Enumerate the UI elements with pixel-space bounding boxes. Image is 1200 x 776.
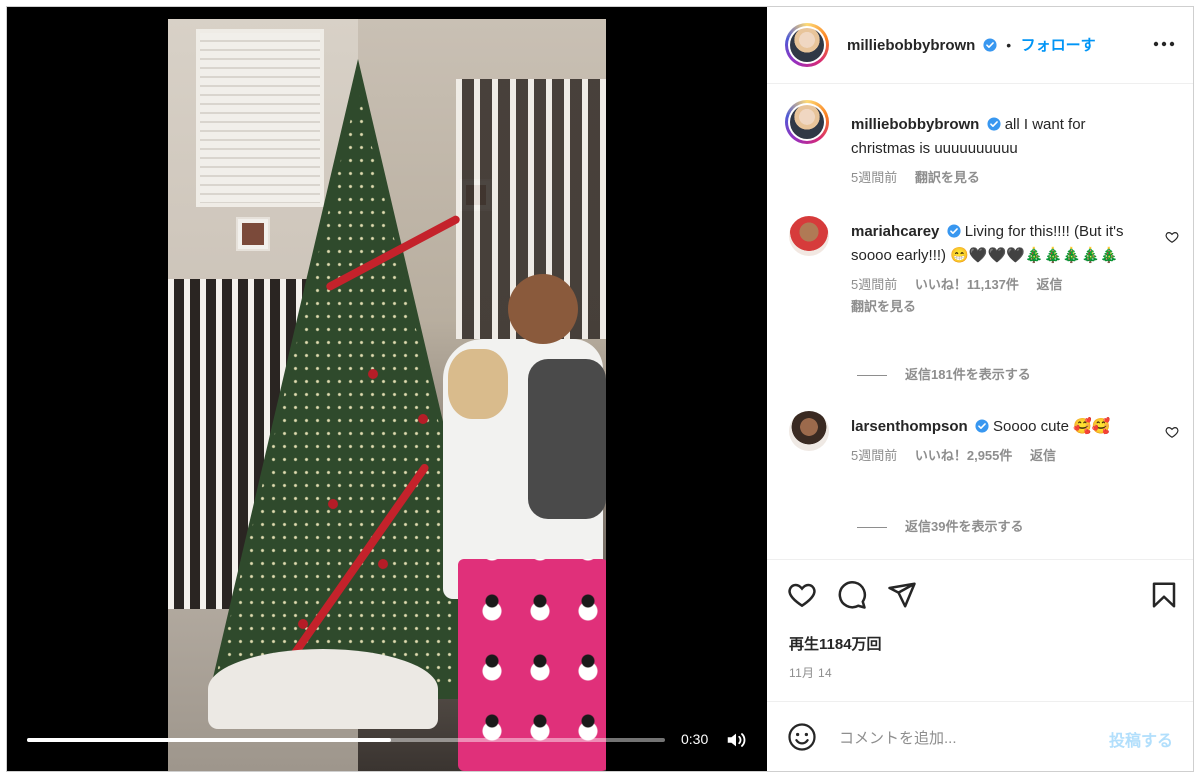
view-count[interactable]: 再生1184万回	[789, 633, 882, 654]
video-time: 0:30	[681, 731, 709, 747]
post-header: milliebobbybrown • フォローす	[767, 7, 1193, 84]
view-replies-button[interactable]: 返信39件を表示する	[857, 516, 1023, 535]
instagram-post-dialog: 0:30 milliebobbybrown • フォローす milliebobb…	[6, 6, 1194, 772]
comment-like-heart-icon[interactable]	[1165, 425, 1179, 439]
verified-badge-icon	[975, 419, 989, 433]
video-controls: 0:30	[7, 711, 767, 771]
comment-translate-link[interactable]: 翻訳を見る	[851, 299, 916, 314]
follow-button[interactable]: フォローす	[1021, 37, 1096, 54]
video-scene-ornament	[368, 369, 378, 379]
post-side-panel: milliebobbybrown • フォローす milliebobbybrow…	[767, 7, 1193, 771]
header-separator: •	[1006, 37, 1012, 53]
video-progress-bar[interactable]	[27, 738, 665, 742]
comment-input[interactable]	[837, 724, 1091, 752]
comment-like-heart-icon[interactable]	[1165, 230, 1179, 244]
video-progress-fill	[27, 738, 391, 742]
comment-likes[interactable]: いいね！11,137件	[915, 277, 1019, 292]
video-player[interactable]: 0:30	[7, 7, 767, 771]
send-icon[interactable]	[887, 580, 917, 610]
video-scene-ornament	[378, 559, 388, 569]
comment-icon[interactable]	[837, 580, 867, 610]
author-username[interactable]: milliebobbybrown	[847, 37, 975, 54]
post-actions: 再生1184万回 11月 14	[767, 559, 1193, 700]
verified-badge-icon	[986, 117, 1001, 131]
video-scene-person-head	[508, 274, 578, 344]
video-scene-person-arm	[528, 359, 606, 519]
caption-translate-link[interactable]: 翻訳を見る	[915, 170, 980, 185]
view-replies-button[interactable]: 返信181件を表示する	[857, 364, 1031, 383]
comment-likes[interactable]: いいね！2,955件	[915, 448, 1013, 463]
commenter-avatar[interactable]	[789, 216, 829, 256]
comment-reply-button[interactable]: 返信	[1037, 277, 1063, 292]
commenter-avatar[interactable]	[789, 411, 829, 451]
post-date[interactable]: 11月 14	[789, 664, 832, 681]
comment-reply-button[interactable]: 返信	[1030, 448, 1056, 463]
heart-icon[interactable]	[787, 580, 817, 610]
video-frame[interactable]	[168, 19, 606, 771]
commenter-username[interactable]: larsenthompson	[851, 418, 968, 435]
bookmark-icon[interactable]	[1149, 580, 1179, 610]
replies-line	[857, 527, 887, 529]
view-replies-label: 返信39件を表示する	[905, 519, 1024, 534]
verified-badge-icon	[983, 38, 997, 52]
video-scene-ornament	[298, 619, 308, 629]
video-scene-person-hair	[448, 349, 508, 419]
commenter-username[interactable]: mariahcarey	[851, 223, 939, 240]
author-avatar[interactable]	[785, 23, 829, 67]
more-horizontal-icon[interactable]	[1153, 41, 1175, 47]
speaker-icon[interactable]	[725, 729, 747, 751]
view-replies-label: 返信181件を表示する	[905, 367, 1031, 382]
caption-author-avatar[interactable]	[785, 100, 829, 144]
post-comment-button[interactable]: 投稿する	[1109, 727, 1173, 751]
caption-time[interactable]: 5週間前	[851, 170, 897, 185]
caption-username[interactable]: milliebobbybrown	[851, 116, 979, 133]
comment-time[interactable]: 5週間前	[851, 277, 897, 292]
comment-time[interactable]: 5週間前	[851, 448, 897, 463]
comment-composer: 投稿する	[767, 701, 1193, 771]
replies-line	[857, 375, 887, 377]
emoji-icon[interactable]	[787, 722, 817, 752]
comment-text: Soooo cute 🥰🥰	[993, 418, 1111, 435]
comments-section[interactable]: milliebobbybrown all I want for christma…	[767, 84, 1193, 559]
video-scene-ornament	[418, 414, 428, 424]
verified-badge-icon	[947, 224, 961, 238]
video-scene-ornament	[328, 499, 338, 509]
